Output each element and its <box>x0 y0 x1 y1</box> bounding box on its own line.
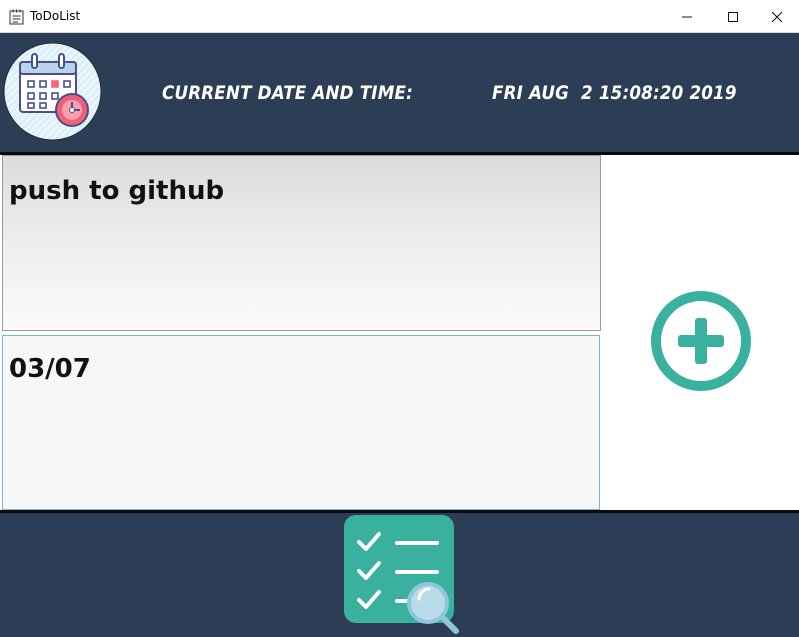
datetime-label: Current date and time: <box>162 82 413 104</box>
plus-circle-icon[interactable] <box>650 290 752 392</box>
maximize-icon <box>728 11 738 22</box>
window-title: ToDoList <box>30 9 81 23</box>
calendar-clock-icon <box>3 42 102 141</box>
notepad-icon <box>9 9 24 25</box>
window-titlebar: ToDoList <box>0 0 799 33</box>
maximize-button[interactable] <box>710 0 756 33</box>
datetime-value: Fri Aug 2 15:08:20 2019 <box>492 82 737 104</box>
minimize-icon <box>682 16 692 17</box>
minimize-button[interactable] <box>664 0 710 33</box>
close-icon <box>771 11 783 22</box>
date-input[interactable]: 03/07 <box>2 335 600 510</box>
close-button[interactable] <box>754 0 799 33</box>
checklist-search-icon[interactable] <box>343 514 461 634</box>
task-input[interactable]: push to github <box>2 155 601 331</box>
